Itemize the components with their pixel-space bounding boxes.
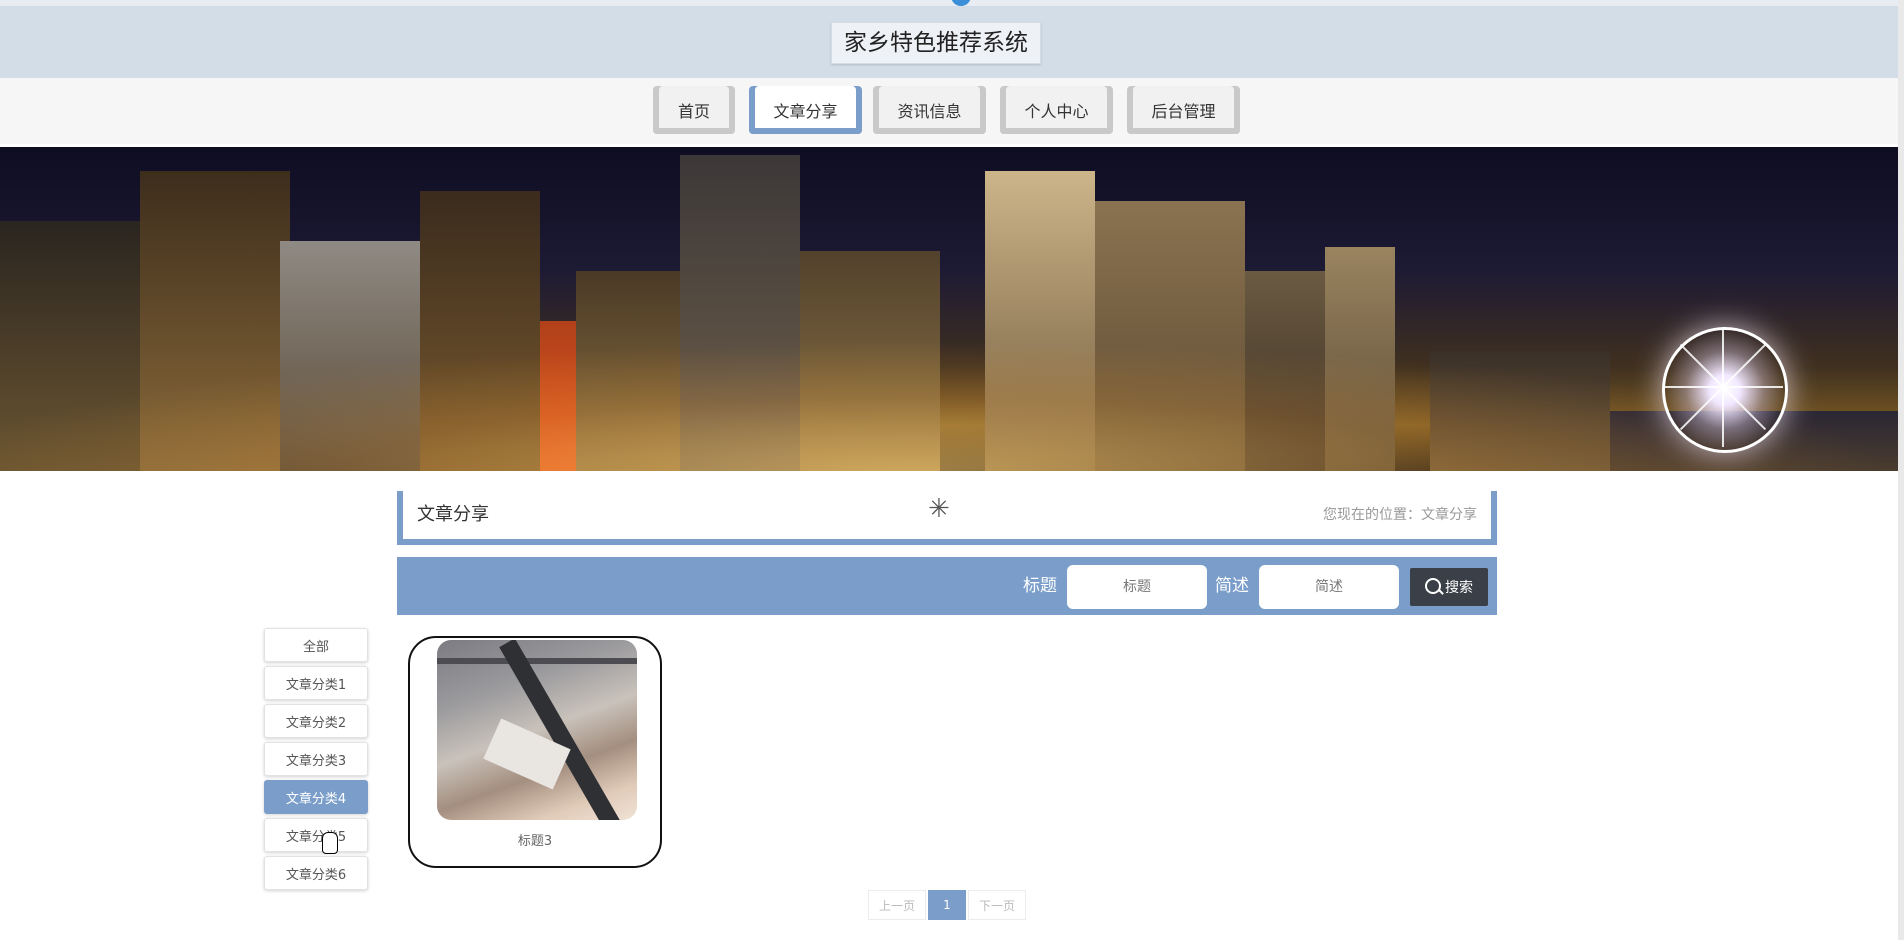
desc-search-label: 简述 (1215, 576, 1249, 596)
scrollbar-track[interactable] (1898, 0, 1904, 940)
banner-carousel[interactable] (0, 147, 1898, 471)
title-search-label: 标题 (1023, 576, 1057, 596)
category-6[interactable]: 文章分类6 (264, 856, 368, 890)
thumbnail-shape (437, 658, 637, 664)
banner-city-glow (0, 341, 1898, 471)
category-1[interactable]: 文章分类1 (264, 666, 368, 700)
nav-admin[interactable]: 后台管理 (1127, 86, 1240, 134)
nav-article-share[interactable]: 文章分享 (749, 86, 862, 134)
search-icon (1425, 578, 1441, 594)
category-4[interactable]: 文章分类4 (264, 780, 368, 814)
category-3[interactable]: 文章分类3 (264, 742, 368, 776)
site-header: 家乡特色推荐系统 (0, 6, 1904, 78)
nav-personal-center[interactable]: 个人中心 (1000, 86, 1113, 134)
nav-home[interactable]: 首页 (653, 86, 735, 134)
article-thumbnail[interactable] (437, 640, 637, 820)
desc-search-input[interactable] (1259, 565, 1399, 609)
search-bar: 标题 简述 搜索 (397, 557, 1497, 615)
title-search-input[interactable] (1067, 565, 1207, 609)
mouse-cursor-icon (322, 832, 338, 854)
article-card[interactable]: 标题3 (408, 636, 662, 868)
article-title[interactable]: 标题3 (410, 830, 660, 849)
nav-news[interactable]: 资讯信息 (873, 86, 986, 134)
breadcrumb: 您现在的位置：文章分享 (1323, 507, 1477, 523)
page-1-button[interactable]: 1 (928, 890, 966, 920)
search-button-label: 搜索 (1445, 580, 1473, 596)
next-page-button[interactable]: 下一页 (968, 890, 1026, 920)
main-nav: 首页 文章分享 资讯信息 个人中心 后台管理 (0, 78, 1904, 144)
prev-page-button[interactable]: 上一页 (868, 890, 926, 920)
category-5[interactable]: 文章分类5 (264, 818, 368, 852)
search-button[interactable]: 搜索 (1410, 568, 1488, 606)
site-title: 家乡特色推荐系统 (831, 22, 1041, 64)
category-all[interactable]: 全部 (264, 628, 368, 662)
category-2[interactable]: 文章分类2 (264, 704, 368, 738)
loading-spinner-icon: ✳ (928, 494, 950, 524)
section-title: 文章分享 (417, 504, 489, 525)
